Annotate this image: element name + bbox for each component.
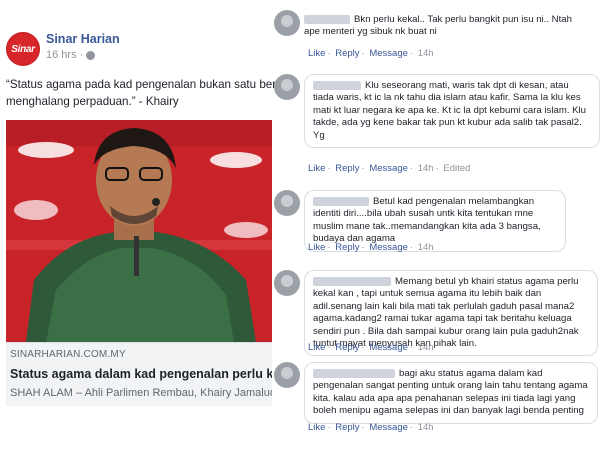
commenter-avatar[interactable] — [274, 362, 300, 388]
globe-icon — [86, 50, 96, 60]
reply-link[interactable]: Reply — [335, 242, 359, 253]
comment-text: bagi aku status agama dalam kad pengenal… — [304, 362, 598, 424]
commenter-avatar[interactable] — [274, 270, 300, 296]
comment-actions: Like · Reply · Message · 14h · Edited — [308, 163, 471, 174]
blurred-commenter-name — [304, 14, 350, 24]
post-timestamp[interactable]: 16 hrs · — [46, 48, 120, 62]
link-title[interactable]: Status agama dalam kad pengenalan perlu … — [10, 367, 272, 381]
commenter-avatar[interactable] — [274, 10, 300, 36]
like-link[interactable]: Like — [308, 242, 325, 253]
comment-text: Bkn perlu kekal.. Tak perlu bangkit pun … — [304, 14, 584, 39]
sinar-harian-logo[interactable]: Sinar — [6, 32, 40, 66]
page-name-link[interactable]: Sinar Harian — [46, 32, 120, 47]
comment-actions: Like · Reply · Message · 14h — [308, 48, 434, 59]
person-photo-illustration — [6, 120, 272, 342]
reply-link[interactable]: Reply — [335, 163, 359, 174]
reply-link[interactable]: Reply — [335, 342, 359, 353]
like-link[interactable]: Like — [308, 48, 325, 59]
message-link[interactable]: Message — [369, 342, 408, 353]
post-header: Sinar Sinar Harian 16 hrs · — [6, 32, 120, 66]
comment-text: Klu seseorang mati, waris tak dpt di kes… — [304, 74, 600, 149]
page-meta: Sinar Harian 16 hrs · — [46, 32, 120, 62]
comment-actions: Like · Reply · Message · 14h — [308, 242, 434, 253]
blurred-commenter-name — [313, 80, 361, 90]
comment-actions: Like · Reply · Message · 14h — [308, 342, 434, 353]
facebook-post: Sinar Sinar Harian 16 hrs · “Status agam… — [0, 0, 276, 450]
comment-time[interactable]: 14h — [418, 342, 434, 353]
message-link[interactable]: Message — [369, 48, 408, 59]
post-text: “Status agama pada kad pengenalan bukan … — [6, 78, 276, 108]
comment-time[interactable]: 14h — [418, 163, 434, 174]
post-photo[interactable] — [6, 120, 272, 342]
message-link[interactable]: Message — [369, 163, 408, 174]
comment-time[interactable]: 14h — [418, 242, 434, 253]
like-link[interactable]: Like — [308, 163, 325, 174]
blurred-commenter-name — [313, 196, 369, 206]
blurred-commenter-name — [313, 368, 395, 378]
like-link[interactable]: Like — [308, 422, 325, 433]
link-domain: SINARHARIAN.COM.MY — [10, 349, 126, 360]
edited-label[interactable]: Edited — [443, 163, 470, 174]
reply-link[interactable]: Reply — [335, 422, 359, 433]
reply-link[interactable]: Reply — [335, 48, 359, 59]
message-link[interactable]: Message — [369, 422, 408, 433]
blurred-commenter-name — [313, 276, 391, 286]
like-link[interactable]: Like — [308, 342, 325, 353]
comment-time[interactable]: 14h — [418, 48, 434, 59]
message-link[interactable]: Message — [369, 242, 408, 253]
commenter-avatar[interactable] — [274, 190, 300, 216]
link-description: SHAH ALAM – Ahli Parlimen Rembau, Khairy… — [10, 387, 272, 399]
link-preview-card[interactable]: SINARHARIAN.COM.MY Status agama dalam ka… — [6, 342, 272, 406]
comment-actions: Like · Reply · Message · 14h — [308, 422, 434, 433]
commenter-avatar[interactable] — [274, 74, 300, 100]
comments-column: Bkn perlu kekal.. Tak perlu bangkit pun … — [272, 0, 600, 450]
comment-time[interactable]: 14h — [418, 422, 434, 433]
